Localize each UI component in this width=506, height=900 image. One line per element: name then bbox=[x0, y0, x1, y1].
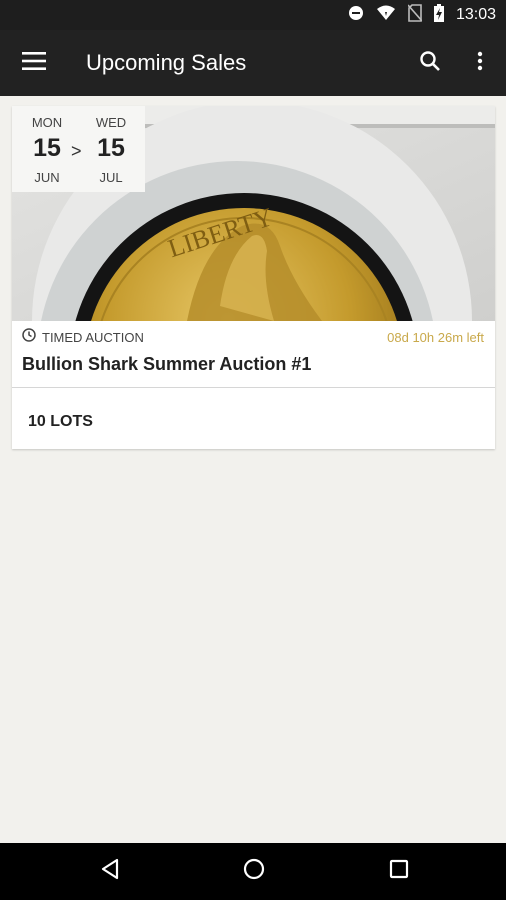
search-icon bbox=[419, 50, 441, 77]
back-button[interactable] bbox=[88, 851, 132, 891]
end-weekday: WED bbox=[95, 115, 127, 130]
date-separator: > bbox=[71, 141, 82, 161]
no-sim-icon bbox=[407, 3, 423, 27]
time-left: 08d 10h 26m left bbox=[387, 330, 484, 345]
search-button[interactable] bbox=[410, 43, 450, 83]
start-month: JUN bbox=[34, 170, 60, 185]
wifi-icon bbox=[376, 5, 396, 26]
battery-charging-icon bbox=[433, 3, 444, 27]
recents-icon bbox=[389, 859, 409, 884]
recents-button[interactable] bbox=[377, 851, 421, 891]
menu-icon bbox=[22, 51, 46, 75]
status-bar: 13:03 bbox=[0, 0, 506, 30]
status-icons: 13:03 bbox=[348, 3, 496, 27]
status-time: 13:03 bbox=[455, 6, 496, 23]
app-bar: Upcoming Sales bbox=[0, 30, 506, 96]
auction-type: TIMED AUCTION bbox=[42, 329, 144, 345]
back-icon bbox=[100, 858, 120, 885]
start-day: 15 bbox=[33, 134, 61, 162]
sale-image: LIBERTY MON 15 JUN > WED 15 JUL bbox=[12, 106, 495, 321]
lots-count[interactable]: 10 LOTS bbox=[28, 413, 93, 431]
date-range-badge: MON 15 JUN > WED 15 JUL bbox=[12, 106, 145, 192]
start-weekday: MON bbox=[31, 115, 63, 130]
more-vert-icon bbox=[477, 51, 483, 76]
end-month: JUL bbox=[99, 170, 123, 185]
page-title: Upcoming Sales bbox=[86, 50, 247, 75]
home-icon bbox=[243, 858, 265, 885]
navigation-bar bbox=[0, 843, 506, 900]
sale-title[interactable]: Bullion Shark Summer Auction #1 bbox=[22, 354, 311, 375]
card-divider bbox=[12, 387, 495, 388]
clock-icon bbox=[22, 327, 36, 347]
do-not-disturb-icon bbox=[348, 5, 364, 26]
end-day: 15 bbox=[97, 134, 125, 162]
menu-button[interactable] bbox=[14, 43, 54, 83]
home-button[interactable] bbox=[232, 851, 276, 891]
more-options-button[interactable] bbox=[462, 43, 498, 83]
auction-type-row: TIMED AUCTION bbox=[22, 327, 144, 347]
sale-card[interactable]: LIBERTY MON 15 JUN > WED 15 JUL TIMED AU… bbox=[12, 106, 495, 449]
